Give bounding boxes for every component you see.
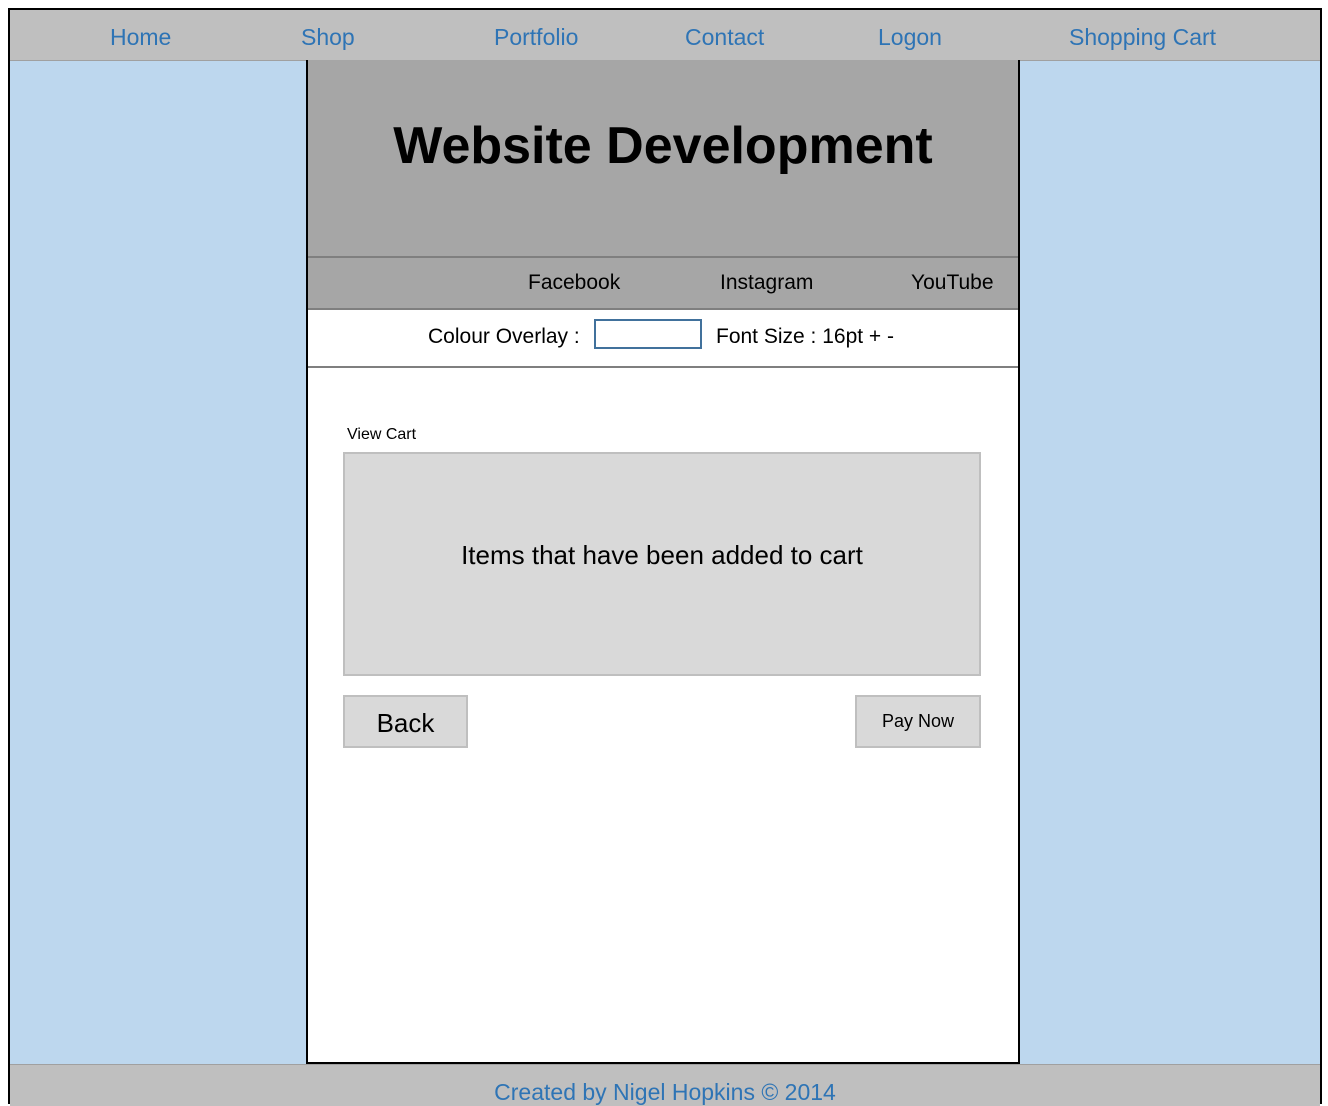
nav-shop-link[interactable]: Shop bbox=[301, 24, 355, 51]
nav-portfolio-link[interactable]: Portfolio bbox=[494, 24, 578, 51]
cart-items-box: Items that have been added to cart bbox=[343, 452, 981, 676]
colour-overlay-input[interactable] bbox=[594, 319, 702, 349]
colour-overlay-label: Colour Overlay : bbox=[428, 325, 580, 348]
page-frame: Home Shop Portfolio Contact Logon Shoppi… bbox=[8, 8, 1322, 1106]
facebook-link[interactable]: Facebook bbox=[528, 271, 620, 295]
font-size-control[interactable]: Font Size : 16pt + - bbox=[716, 325, 894, 349]
instagram-link[interactable]: Instagram bbox=[720, 271, 813, 295]
site-banner: Website Development bbox=[308, 60, 1018, 258]
accessibility-bar: Colour Overlay : Font Size : 16pt + - bbox=[308, 310, 1018, 368]
nav-logon-link[interactable]: Logon bbox=[878, 24, 942, 51]
main-content-column: Website Development Facebook Instagram Y… bbox=[306, 60, 1020, 1064]
site-title: Website Development bbox=[393, 117, 933, 175]
nav-home-link[interactable]: Home bbox=[110, 24, 171, 51]
youtube-link[interactable]: YouTube bbox=[911, 271, 994, 295]
pay-now-button[interactable]: Pay Now bbox=[855, 695, 981, 748]
nav-shopping-cart-link[interactable]: Shopping Cart bbox=[1069, 24, 1216, 51]
back-button[interactable]: Back bbox=[343, 695, 468, 748]
view-cart-heading: View Cart bbox=[347, 426, 417, 443]
social-links-bar: Facebook Instagram YouTube bbox=[308, 258, 1018, 310]
nav-contact-link[interactable]: Contact bbox=[685, 24, 764, 51]
top-navigation: Home Shop Portfolio Contact Logon Shoppi… bbox=[10, 10, 1320, 61]
footer-credit: Created by Nigel Hopkins © 2014 bbox=[494, 1079, 836, 1105]
cart-section: View Cart Items that have been added to … bbox=[308, 368, 1018, 1062]
page-footer: Created by Nigel Hopkins © 2014 bbox=[10, 1064, 1320, 1106]
cart-items-placeholder: Items that have been added to cart bbox=[461, 540, 863, 570]
